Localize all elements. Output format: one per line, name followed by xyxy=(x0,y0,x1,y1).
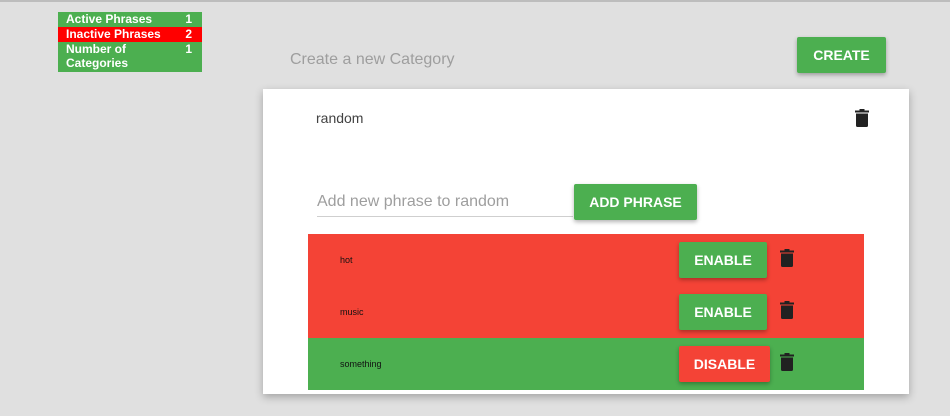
stats-panel: Active Phrases 1 Inactive Phrases 2 Numb… xyxy=(58,12,202,72)
top-divider xyxy=(0,0,950,2)
phrase-row: music ENABLE xyxy=(308,286,864,338)
phrase-text: music xyxy=(340,307,364,317)
trash-icon[interactable] xyxy=(780,301,794,319)
phrase-row: something DISABLE xyxy=(308,338,864,390)
stat-value: 2 xyxy=(185,27,192,41)
phrase-row: hot ENABLE xyxy=(308,234,864,286)
stat-label: Number of Categories xyxy=(66,42,129,70)
create-button[interactable]: CREATE xyxy=(797,37,886,73)
stat-value: 1 xyxy=(185,42,192,56)
enable-button[interactable]: ENABLE xyxy=(679,242,767,278)
category-name: random xyxy=(316,110,364,126)
new-phrase-input[interactable] xyxy=(317,188,573,217)
phrase-list: hot ENABLE music ENABLE something DISABL… xyxy=(308,234,864,390)
stat-value: 1 xyxy=(185,12,192,26)
trash-icon[interactable] xyxy=(780,353,794,371)
stat-number-of-categories: Number of Categories 1 xyxy=(58,42,202,72)
stat-label: Active Phrases xyxy=(66,12,153,26)
phrase-text: something xyxy=(340,359,382,369)
stat-label: Inactive Phrases xyxy=(66,27,161,41)
category-card: random ADD PHRASE hot ENABLE music ENABL… xyxy=(263,89,909,394)
trash-icon[interactable] xyxy=(780,249,794,267)
create-category-label[interactable]: Create a new Category xyxy=(290,51,455,69)
phrase-text: hot xyxy=(340,255,353,265)
add-phrase-button[interactable]: ADD PHRASE xyxy=(574,184,697,220)
disable-button[interactable]: DISABLE xyxy=(679,346,770,382)
stat-inactive-phrases: Inactive Phrases 2 xyxy=(58,27,202,42)
trash-icon[interactable] xyxy=(855,109,869,127)
stat-active-phrases: Active Phrases 1 xyxy=(58,12,202,27)
enable-button[interactable]: ENABLE xyxy=(679,294,767,330)
